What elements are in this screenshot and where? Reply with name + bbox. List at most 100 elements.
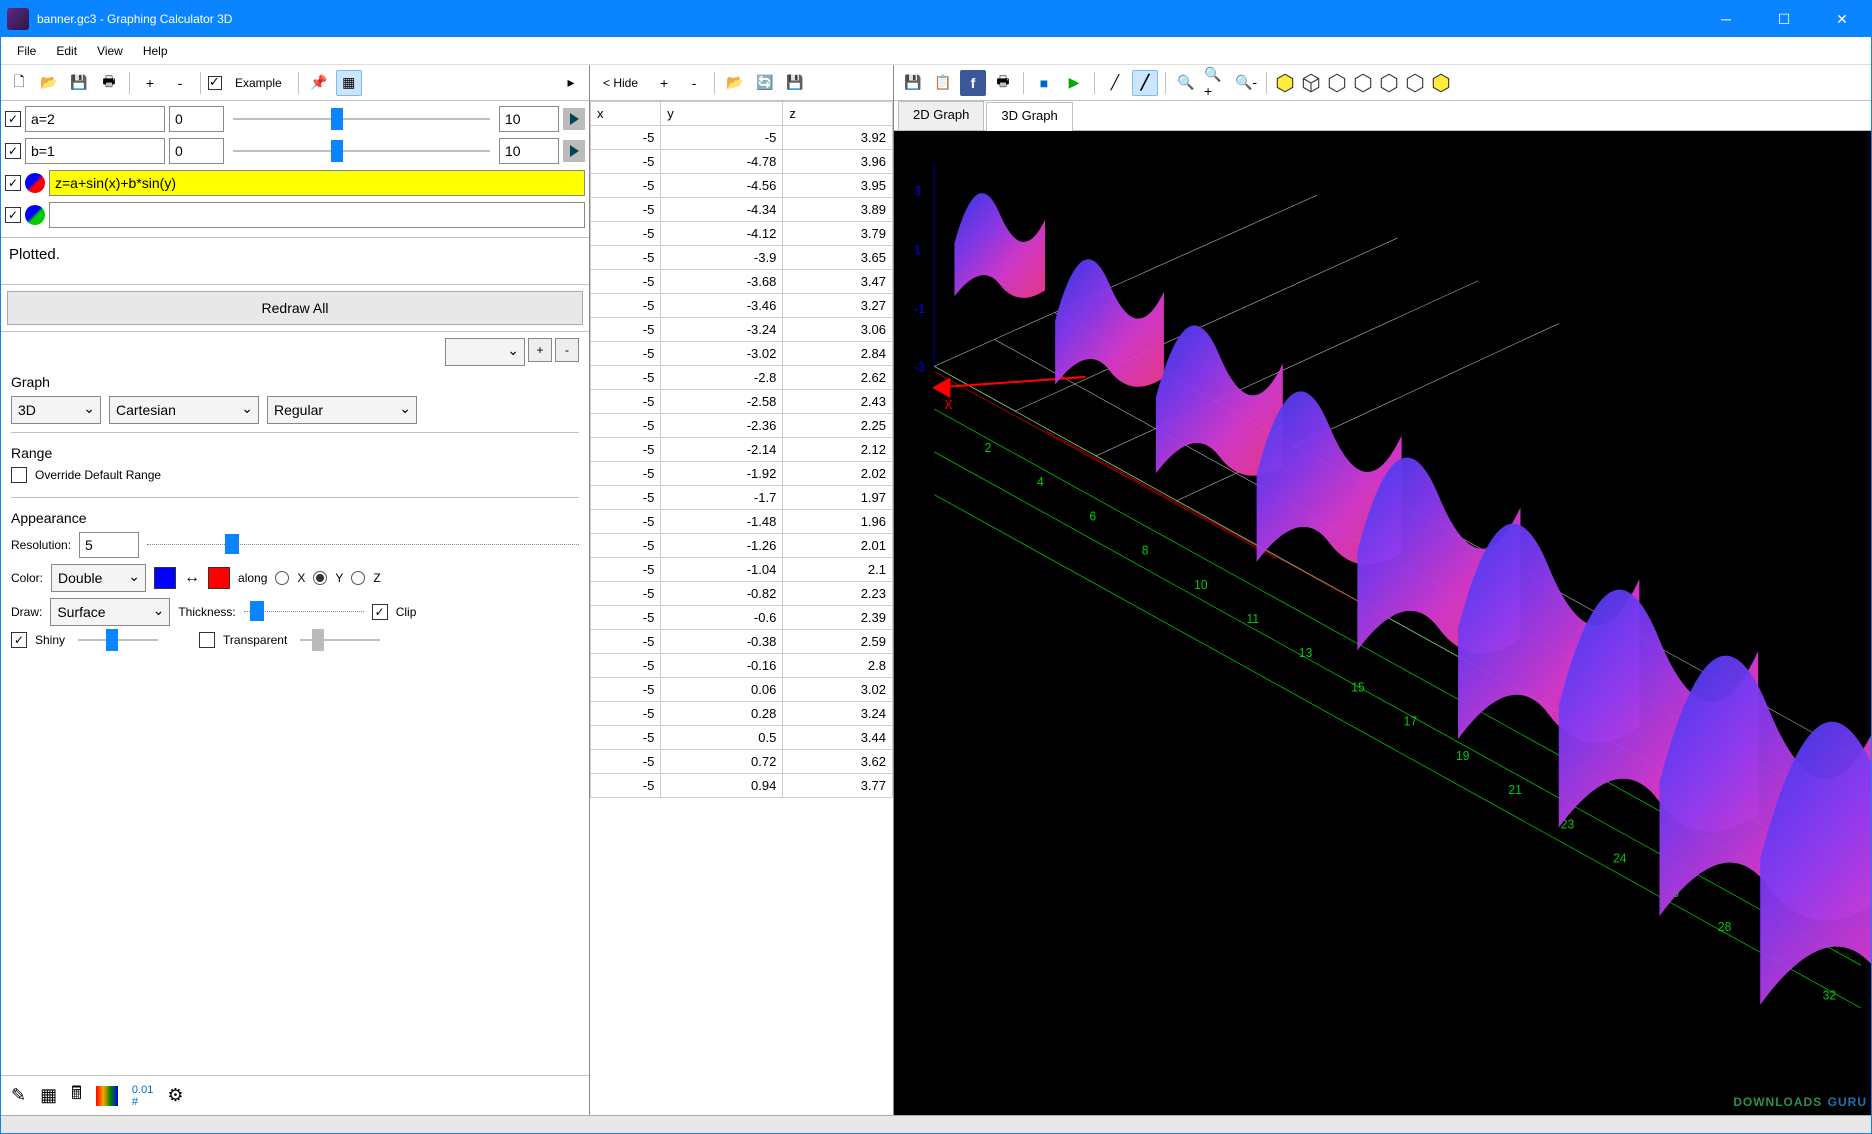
var-a-slider[interactable] [233, 118, 490, 120]
collapse-right-icon[interactable]: ▸ [558, 70, 584, 96]
col-z[interactable]: z [783, 102, 893, 126]
view-cube-1-icon[interactable] [1274, 72, 1296, 94]
view-cube-4-icon[interactable] [1352, 72, 1374, 94]
shiny-slider[interactable] [78, 639, 158, 641]
open-file-icon[interactable]: 📂 [36, 70, 62, 96]
along-x-radio[interactable] [275, 571, 289, 585]
tab-2d[interactable]: 2D Graph [898, 101, 984, 130]
minimize-button[interactable]: ─ [1697, 1, 1755, 37]
table-row[interactable]: -5-4.783.96 [591, 150, 893, 174]
var-b-max[interactable] [499, 138, 559, 164]
menu-edit[interactable]: Edit [46, 41, 87, 61]
color2-swatch[interactable] [208, 567, 230, 589]
remove-equation-button[interactable]: - [167, 70, 193, 96]
copy-icon[interactable]: 📋 [930, 70, 956, 96]
table-row[interactable]: -5-0.162.8 [591, 654, 893, 678]
swap-colors-button[interactable]: ↔ [184, 569, 200, 587]
data-add-button[interactable]: + [651, 70, 677, 96]
shiny-checkbox[interactable] [11, 632, 27, 648]
col-y[interactable]: y [661, 102, 783, 126]
zoom-out-icon[interactable]: 🔍- [1233, 70, 1259, 96]
var-a-play-button[interactable] [563, 108, 585, 130]
eq2-color-icon[interactable] [25, 205, 45, 225]
table-row[interactable]: -50.063.02 [591, 678, 893, 702]
preset-remove-button[interactable]: - [555, 338, 579, 362]
table-row[interactable]: -5-3.683.47 [591, 270, 893, 294]
coord-system-select[interactable]: Cartesian [109, 396, 259, 424]
save-image-icon[interactable]: 💾 [900, 70, 926, 96]
graph-viewport[interactable]: X 31-1-3 246810111315171921232426283032 [894, 131, 1871, 1115]
data-refresh-icon[interactable]: 🔄 [752, 70, 778, 96]
var-b-slider[interactable] [233, 150, 490, 152]
eq2-formula[interactable] [49, 202, 585, 228]
maximize-button[interactable]: ☐ [1755, 1, 1813, 37]
transparent-checkbox[interactable] [199, 632, 215, 648]
print-icon[interactable]: 🖶 [96, 70, 122, 96]
table-row[interactable]: -5-3.243.06 [591, 318, 893, 342]
override-range-checkbox[interactable] [11, 467, 27, 483]
table-row[interactable]: -5-0.62.39 [591, 606, 893, 630]
table-row[interactable]: -50.53.44 [591, 726, 893, 750]
col-x[interactable]: x [591, 102, 661, 126]
pin-icon[interactable]: 📌 [306, 70, 332, 96]
data-table[interactable]: x y z -5-53.92-5-4.783.96-5-4.563.95-5-4… [590, 101, 893, 1115]
menu-view[interactable]: View [87, 41, 133, 61]
table-row[interactable]: -50.943.77 [591, 774, 893, 798]
calculator-icon[interactable]: 🖩 [71, 1081, 82, 1111]
var-a-name[interactable] [25, 106, 165, 132]
transparent-slider[interactable] [300, 639, 380, 641]
data-open-icon[interactable]: 📂 [722, 70, 748, 96]
new-file-icon[interactable]: 🗋 [6, 70, 32, 96]
table-row[interactable]: -5-0.382.59 [591, 630, 893, 654]
grid-toggle-icon[interactable]: ▦ [336, 70, 362, 96]
var-a-min[interactable] [169, 106, 224, 132]
table-row[interactable]: -5-2.142.12 [591, 438, 893, 462]
var-b-play-button[interactable] [563, 140, 585, 162]
hide-data-button[interactable]: < Hide [594, 72, 647, 94]
table-row[interactable]: -5-3.93.65 [591, 246, 893, 270]
close-button[interactable]: ✕ [1813, 1, 1871, 37]
grid-icon[interactable]: ▦ [40, 1085, 57, 1106]
view-cube-5-icon[interactable] [1378, 72, 1400, 94]
table-row[interactable]: -5-2.362.25 [591, 414, 893, 438]
menu-help[interactable]: Help [133, 41, 178, 61]
table-row[interactable]: -5-53.92 [591, 126, 893, 150]
pencil-icon[interactable]: ✎ [11, 1085, 26, 1106]
data-remove-button[interactable]: - [681, 70, 707, 96]
color1-swatch[interactable] [154, 567, 176, 589]
thickness-slider[interactable] [244, 608, 364, 616]
table-row[interactable]: -5-1.71.97 [591, 486, 893, 510]
table-row[interactable]: -5-3.022.84 [591, 342, 893, 366]
eq1-color-icon[interactable] [25, 173, 45, 193]
table-row[interactable]: -50.723.62 [591, 750, 893, 774]
dimension-select[interactable]: 3D [11, 396, 101, 424]
var-a-checkbox[interactable] [5, 111, 21, 127]
example-checkbox[interactable] [208, 76, 222, 90]
zoom-in-icon[interactable]: 🔍+ [1203, 70, 1229, 96]
table-row[interactable]: -5-1.481.96 [591, 510, 893, 534]
table-row[interactable]: -5-1.922.02 [591, 462, 893, 486]
preset-select[interactable] [445, 338, 525, 366]
color-mode-select[interactable]: Double [51, 564, 146, 592]
table-row[interactable]: -5-0.822.23 [591, 582, 893, 606]
tab-3d[interactable]: 3D Graph [986, 102, 1072, 131]
resolution-slider[interactable] [147, 541, 579, 549]
eq2-checkbox[interactable] [5, 207, 21, 223]
print-graph-icon[interactable]: 🖶 [990, 70, 1016, 96]
redraw-all-button[interactable]: Redraw All [7, 291, 583, 325]
stop-icon[interactable]: ■ [1031, 70, 1057, 96]
table-row[interactable]: -5-2.582.43 [591, 390, 893, 414]
view-cube-3-icon[interactable] [1326, 72, 1348, 94]
play-icon[interactable]: ▶ [1061, 70, 1087, 96]
table-row[interactable]: -50.283.24 [591, 702, 893, 726]
gear-icon[interactable]: ⚙ [167, 1085, 183, 1106]
table-row[interactable]: -5-4.343.89 [591, 198, 893, 222]
zoom-icon[interactable]: 🔍 [1173, 70, 1199, 96]
color-bars-icon[interactable] [96, 1086, 118, 1106]
preset-add-button[interactable]: + [528, 338, 552, 362]
precision-icon[interactable]: 0.01# [132, 1084, 153, 1108]
menu-file[interactable]: File [7, 41, 46, 61]
line-thick-icon[interactable]: ╱ [1132, 70, 1158, 96]
table-row[interactable]: -5-1.042.1 [591, 558, 893, 582]
view-cube-6-icon[interactable] [1404, 72, 1426, 94]
